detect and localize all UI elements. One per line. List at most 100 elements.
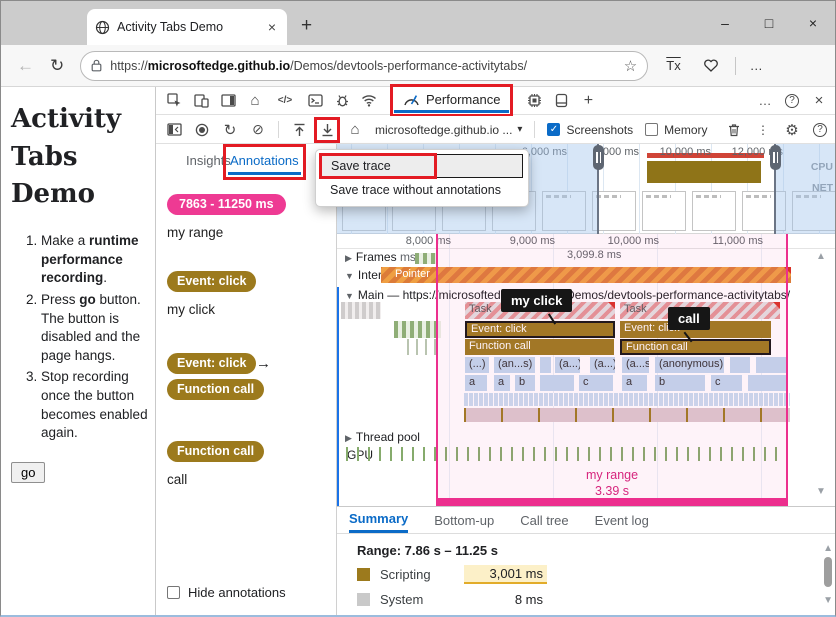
flame-bar-event[interactable]: Event: click xyxy=(465,321,615,338)
menu-item-save-trace-without-annotations[interactable]: Save trace without annotations xyxy=(321,178,523,202)
clear-icon[interactable]: ⊘ xyxy=(250,122,266,138)
minimize-button[interactable]: – xyxy=(703,15,747,31)
flame-bar-function[interactable]: a xyxy=(621,375,648,391)
scroll-up-icon[interactable]: ▲ xyxy=(823,543,833,554)
address-bar[interactable]: https://microsoftedge.github.io/Demos/de… xyxy=(80,51,648,81)
flame-bar[interactable] xyxy=(464,393,790,406)
flame-bar[interactable] xyxy=(341,302,381,319)
flame-bar[interactable] xyxy=(539,375,575,391)
browser-menu-icon[interactable]: … xyxy=(750,58,763,73)
devtools-close-icon[interactable]: × xyxy=(811,93,827,109)
flame-bar[interactable] xyxy=(755,357,789,373)
flame-bar-fn[interactable]: Function call xyxy=(465,339,614,355)
memory-checkbox[interactable]: Memory xyxy=(645,123,707,137)
flame-bar[interactable] xyxy=(539,357,552,373)
flame-bar[interactable] xyxy=(747,375,789,391)
go-button[interactable]: go xyxy=(11,462,45,483)
overflow-menu-icon[interactable]: ⋮ xyxy=(755,122,771,138)
screenshots-checkbox[interactable]: ✓ Screenshots xyxy=(547,123,633,137)
interaction-pointer-bar[interactable]: Pointer xyxy=(381,267,791,283)
record-button[interactable] xyxy=(194,122,210,138)
browser-tab[interactable]: Activity Tabs Demo × xyxy=(87,9,287,45)
settings-gear-icon[interactable]: ⚙ xyxy=(784,122,800,138)
filmstrip-thumbnail[interactable] xyxy=(642,191,686,231)
annotation-event-badge[interactable]: Function call xyxy=(167,441,264,462)
flame-bar-js-frame[interactable]: (a...) xyxy=(554,357,581,373)
scroll-down-icon[interactable]: ▼ xyxy=(823,595,833,606)
flame-bar-function[interactable]: a xyxy=(493,375,511,391)
home-panel-icon[interactable]: ⌂ xyxy=(247,93,263,109)
annotation-event-badge[interactable]: Event: click xyxy=(167,271,256,292)
range-annotation-start-line[interactable] xyxy=(436,234,438,506)
flame-bar-js-frame[interactable]: (an...s) xyxy=(493,357,536,373)
menu-item-save-trace[interactable]: Save trace xyxy=(321,154,523,178)
flame-bar-js-frame[interactable]: (a...s) xyxy=(621,357,650,373)
record-reload-icon[interactable]: ↻ xyxy=(222,122,238,138)
maximize-button[interactable]: □ xyxy=(747,15,791,31)
flame-bar[interactable] xyxy=(394,321,441,338)
flame-bar-function[interactable]: c xyxy=(578,375,614,391)
devtools-help-icon[interactable]: ? xyxy=(785,94,799,108)
dock-side-icon[interactable] xyxy=(220,93,236,109)
flame-chart[interactable]: 8,000 ms9,000 ms10,000 ms11,000 ms3,099.… xyxy=(337,234,836,506)
flame-bar-function[interactable]: b xyxy=(514,375,536,391)
back-button[interactable]: ← xyxy=(17,56,34,76)
annotation-event-badge[interactable]: Function call xyxy=(167,379,264,400)
more-tabs-icon[interactable]: + xyxy=(580,93,596,109)
device-emulation-icon[interactable] xyxy=(193,93,209,109)
gc-trash-icon[interactable] xyxy=(726,122,742,138)
immersive-reader-icon[interactable]: Tx xyxy=(666,58,680,73)
flame-bar[interactable] xyxy=(729,357,751,373)
tab-bottom-up[interactable]: Bottom-up xyxy=(434,507,494,533)
favorites-star-icon[interactable]: ☆ xyxy=(624,57,637,75)
refresh-button[interactable]: ↻ xyxy=(50,56,64,76)
tab-summary[interactable]: Summary xyxy=(349,507,408,533)
network-panel-icon[interactable] xyxy=(361,93,377,109)
tab-performance[interactable]: Performance xyxy=(394,88,509,113)
scrollbar-thumb[interactable] xyxy=(824,557,832,587)
flame-bar-fn[interactable]: Function call xyxy=(620,339,771,355)
flame-bar[interactable] xyxy=(464,408,790,422)
close-window-button[interactable]: × xyxy=(791,15,835,31)
memory-chip-icon[interactable] xyxy=(526,93,542,109)
track-label-frames[interactable]: ▶Frames ms xyxy=(345,250,416,264)
flame-bar-js-frame[interactable]: (a...) xyxy=(589,357,616,373)
tab-annotations[interactable]: Annotations xyxy=(228,149,301,175)
inspect-icon[interactable] xyxy=(166,93,182,109)
annotation-event-badge[interactable]: Event: click xyxy=(167,353,256,374)
flame-bar-function[interactable]: c xyxy=(710,375,743,391)
flame-bar-function[interactable]: a xyxy=(464,375,488,391)
console-panel-icon[interactable] xyxy=(307,93,323,109)
tab-close-icon[interactable]: × xyxy=(265,19,279,35)
flame-bar-function[interactable]: b xyxy=(654,375,706,391)
load-profile-icon[interactable] xyxy=(291,122,307,138)
filmstrip-thumbnail[interactable] xyxy=(692,191,736,231)
browser-essentials-icon[interactable] xyxy=(703,58,719,73)
save-profile-icon[interactable] xyxy=(319,122,335,138)
devtools-menu-icon[interactable]: … xyxy=(757,93,773,109)
flame-bar-js-frame[interactable]: (anonymous) xyxy=(654,357,725,373)
annotation-range-badge[interactable]: 7863 - 11250 ms xyxy=(167,194,286,215)
tab-call-tree[interactable]: Call tree xyxy=(520,507,568,533)
elements-panel-icon[interactable]: </> xyxy=(274,93,296,109)
selection-handle-grip[interactable] xyxy=(593,145,604,170)
flame-bar-js-frame[interactable]: (...) xyxy=(464,357,490,373)
new-tab-button[interactable]: + xyxy=(301,15,312,37)
tab-insights[interactable]: Insights xyxy=(184,149,233,172)
home-origin-icon[interactable]: ⌂ xyxy=(347,122,363,138)
track-label-thread-pool[interactable]: ▶Thread pool xyxy=(345,430,420,444)
range-annotation-bottom-bar[interactable] xyxy=(436,498,788,506)
help-icon[interactable]: ? xyxy=(813,123,827,137)
flame-scroll-up-icon[interactable]: ▲ xyxy=(816,251,826,262)
debugger-bug-icon[interactable] xyxy=(334,93,350,109)
range-annotation-end-line[interactable] xyxy=(786,234,788,506)
origin-selector[interactable]: microsoftedge.github.io ... ▾ xyxy=(375,123,522,137)
annotation-label-my-click[interactable]: my click xyxy=(501,289,572,312)
storage-panel-icon[interactable] xyxy=(553,93,569,109)
selection-handle-grip[interactable] xyxy=(770,145,781,170)
annotation-label-call[interactable]: call xyxy=(668,307,710,330)
flame-scroll-down-icon[interactable]: ▼ xyxy=(816,486,826,497)
toggle-sidebar-icon[interactable] xyxy=(166,122,182,138)
tab-event-log[interactable]: Event log xyxy=(595,507,649,533)
hide-annotations-checkbox[interactable]: Hide annotations xyxy=(167,585,286,600)
